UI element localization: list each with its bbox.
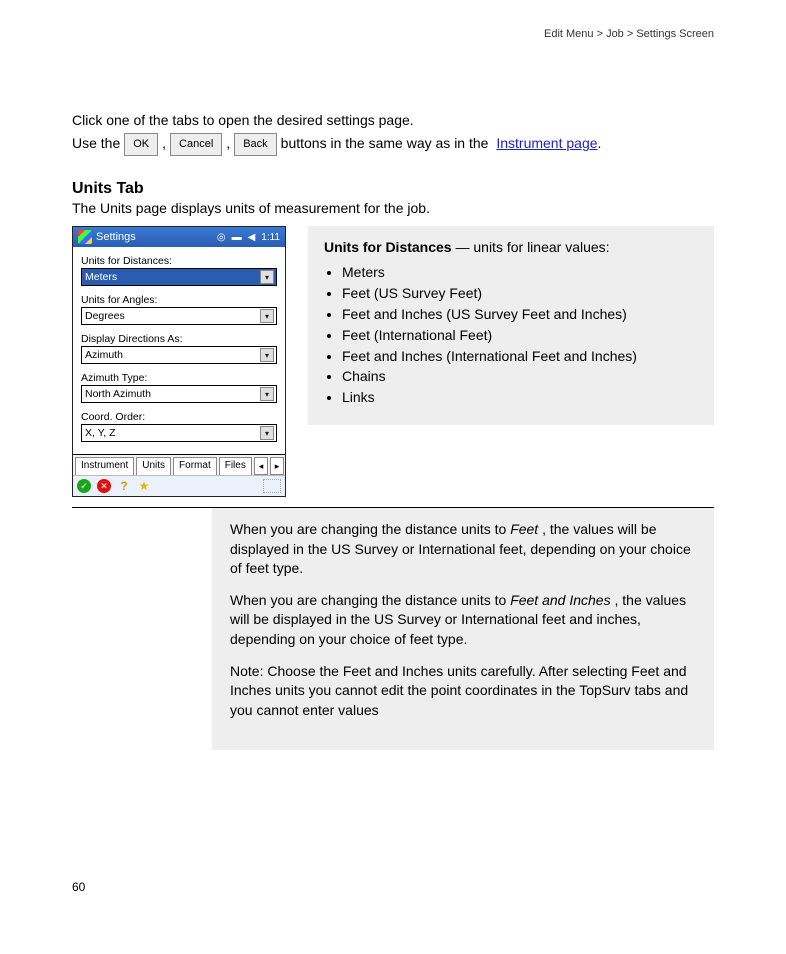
help-icon[interactable]: ? — [117, 479, 131, 493]
intro-text-suffix: . — [598, 132, 602, 156]
label-units-distances: Units for Distances: — [81, 255, 277, 267]
feet-para2-a: When you are changing the distance units… — [230, 592, 510, 608]
device-tabs: Instrument Units Format Files ◂ ▸ — [73, 454, 285, 475]
back-button-ref: Back — [234, 133, 276, 156]
dropdown-value-azimuth: North Azimuth — [85, 388, 151, 400]
list-item: Feet (International Feet) — [342, 326, 698, 345]
cancel-button-ref: Cancel — [170, 133, 222, 156]
tab-scroll-right[interactable]: ▸ — [270, 457, 284, 475]
dropdown-units-distances[interactable]: Meters ▾ — [81, 268, 277, 286]
cancel-icon[interactable]: ✕ — [97, 479, 111, 493]
chevron-down-icon: ▾ — [260, 426, 274, 440]
dropdown-display-directions[interactable]: Azimuth ▾ — [81, 346, 277, 364]
units-distances-term: Units for Distances — [324, 239, 452, 255]
favorite-icon[interactable]: ★ — [137, 479, 151, 493]
device-screenshot: Settings ◎ ▬ ◀ 1:11 Units for Distances:… — [72, 226, 286, 497]
feet-para1-a: When you are changing the distance units… — [230, 521, 510, 537]
dropdown-value-coord: X, Y, Z — [85, 427, 116, 439]
device-iconbar: ✓ ✕ ? ★ — [73, 475, 285, 496]
ok-button-ref: OK — [124, 133, 158, 156]
section-subtitle: The Units page displays units of measure… — [72, 200, 714, 216]
connectivity-icon: ◎ — [217, 232, 226, 243]
list-item: Chains — [342, 367, 698, 386]
tab-format[interactable]: Format — [173, 457, 217, 475]
section-heading-units: Units Tab — [72, 180, 714, 198]
feet-note: Note: Choose the Feet and Inches units c… — [230, 662, 696, 721]
windows-flag-icon — [78, 230, 92, 244]
dropdown-azimuth-type[interactable]: North Azimuth ▾ — [81, 385, 277, 403]
list-item: Meters — [342, 263, 698, 282]
chevron-down-icon: ▾ — [260, 348, 274, 362]
units-distances-desc: — units for linear values: — [452, 239, 610, 255]
dropdown-value-angles: Degrees — [85, 310, 125, 322]
feet-para2-b: Feet and Inches — [510, 592, 610, 608]
label-display-directions: Display Directions As: — [81, 333, 277, 345]
tab-files[interactable]: Files — [219, 457, 252, 475]
list-item: Links — [342, 388, 698, 407]
dropdown-value-distances: Meters — [85, 271, 117, 283]
list-item: Feet (US Survey Feet) — [342, 284, 698, 303]
dropdown-coord-order[interactable]: X, Y, Z ▾ — [81, 424, 277, 442]
label-azimuth-type: Azimuth Type: — [81, 372, 277, 384]
chevron-down-icon: ▾ — [260, 309, 274, 323]
tab-instrument[interactable]: Instrument — [75, 457, 134, 475]
header-breadcrumb: Edit Menu > Job > Settings Screen — [72, 28, 714, 40]
intro-line-1: Click one of the tabs to open the desire… — [72, 110, 714, 130]
label-units-angles: Units for Angles: — [81, 294, 277, 306]
tab-units[interactable]: Units — [136, 457, 171, 475]
distance-units-list: Meters Feet (US Survey Feet) Feet and In… — [342, 263, 698, 407]
clock-text: 1:11 — [261, 232, 280, 243]
feet-para1-b: Feet — [510, 521, 538, 537]
device-titlebar: Settings ◎ ▬ ◀ 1:11 — [73, 227, 285, 247]
list-item: Feet and Inches (US Survey Feet and Inch… — [342, 305, 698, 324]
intro-line-2: Use the OK , Cancel , Back buttons in th… — [72, 132, 714, 156]
intro-text-prefix: Use the — [72, 132, 120, 156]
label-coord-order: Coord. Order: — [81, 411, 277, 423]
chevron-down-icon: ▾ — [260, 270, 274, 284]
device-title: Settings — [96, 231, 136, 243]
list-item: Feet and Inches (International Feet and … — [342, 347, 698, 366]
speaker-icon: ◀ — [248, 232, 256, 243]
ok-icon[interactable]: ✓ — [77, 479, 91, 493]
signal-icon: ▬ — [232, 232, 242, 243]
keyboard-icon[interactable] — [263, 479, 281, 493]
tab-scroll-left[interactable]: ◂ — [254, 457, 268, 475]
units-distance-description: Units for Distances — units for linear v… — [308, 226, 714, 425]
dropdown-value-directions: Azimuth — [85, 349, 123, 361]
feet-explanation-box: When you are changing the distance units… — [212, 508, 714, 750]
instrument-page-link[interactable]: Instrument page — [496, 132, 597, 156]
chevron-down-icon: ▾ — [260, 387, 274, 401]
page-number: 60 — [72, 880, 714, 894]
dropdown-units-angles[interactable]: Degrees ▾ — [81, 307, 277, 325]
intro-text-mid: buttons in the same way as in the — [281, 132, 489, 156]
